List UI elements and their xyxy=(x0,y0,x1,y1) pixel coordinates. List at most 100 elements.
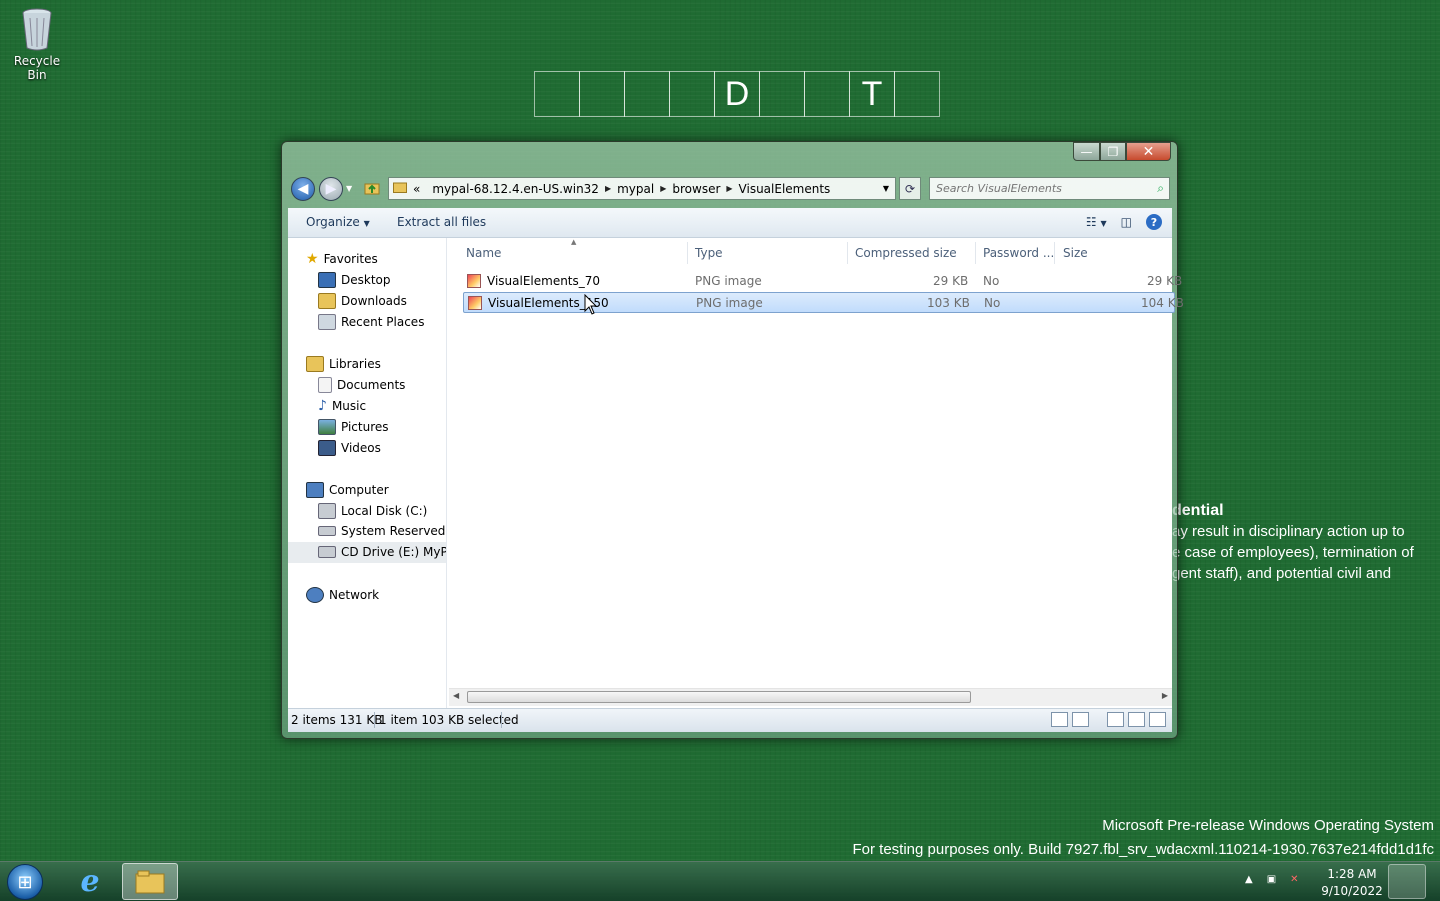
search-icon[interactable]: ⌕ xyxy=(1157,181,1164,196)
organize-button[interactable]: Organize ▼ xyxy=(306,215,370,229)
breadcrumb-item[interactable]: VisualElements xyxy=(733,182,837,196)
background-notice-text: dential ay result in disciplinary action… xyxy=(1172,500,1432,584)
nav-label: Network xyxy=(329,588,380,602)
scroll-left-icon[interactable]: ◀ xyxy=(453,691,459,700)
column-header-name[interactable]: Name xyxy=(466,246,501,260)
address-dropdown-icon[interactable]: ▼ xyxy=(877,184,895,193)
nav-label: Documents xyxy=(337,378,406,392)
column-separator[interactable] xyxy=(847,242,848,264)
file-size: 104 KB xyxy=(1141,296,1184,310)
show-desktop-button[interactable] xyxy=(1388,864,1426,899)
file-row[interactable]: VisualElements_70 PNG image 29 KB No 29 … xyxy=(463,271,1182,292)
navigation-bar: ◀ ▶ ▼ « mypal-68.12.4.en-US.win32 ▶ mypa… xyxy=(288,176,1171,202)
extract-all-button[interactable]: Extract all files xyxy=(397,215,486,229)
internet-explorer-icon: e xyxy=(80,864,100,899)
column-separator[interactable] xyxy=(1054,242,1055,264)
mouse-cursor-icon xyxy=(584,294,598,315)
file-password: No xyxy=(983,274,1000,288)
horizontal-scrollbar[interactable]: ◀ ▶ xyxy=(449,688,1172,706)
column-header-type[interactable]: Type xyxy=(695,246,723,260)
command-bar: Organize ▼ Extract all files ☷ ▼ ◫ ? xyxy=(288,208,1172,238)
file-size: 29 KB xyxy=(1147,274,1183,288)
system-clock[interactable]: 1:28 AM 9/10/2022 xyxy=(1318,866,1386,900)
search-box[interactable]: ⌕ xyxy=(929,177,1170,200)
details-pane-icon[interactable] xyxy=(1149,712,1166,727)
preview-pane-icon[interactable] xyxy=(1128,712,1145,727)
file-row-selected[interactable]: VisualElements_150 PNG image 103 KB No 1… xyxy=(463,292,1184,313)
scroll-right-icon[interactable]: ▶ xyxy=(1162,691,1168,700)
breadcrumb-item[interactable]: mypal-68.12.4.en-US.win32 xyxy=(426,182,605,196)
network-icon xyxy=(306,587,324,603)
network-status-icon[interactable]: ▣ xyxy=(1267,874,1276,885)
nav-item-cd-drive[interactable]: CD Drive (E:) MyPal6 xyxy=(318,545,446,559)
recent-pages-dropdown[interactable]: ▼ xyxy=(346,184,352,193)
show-hidden-icons-icon[interactable]: ▲ xyxy=(1245,874,1253,885)
nav-item-downloads[interactable]: Downloads xyxy=(318,293,407,309)
nav-label: Libraries xyxy=(329,357,381,371)
notice-heading: dential xyxy=(1172,502,1224,519)
nav-item-computer[interactable]: Computer xyxy=(306,482,389,498)
organize-label: Organize xyxy=(306,215,360,229)
search-input[interactable] xyxy=(930,181,1148,196)
status-item-count: 2 items 131 KB xyxy=(291,713,383,727)
maximize-button[interactable]: ❐ xyxy=(1100,142,1126,161)
chevron-down-icon: ▼ xyxy=(1100,219,1107,228)
recycle-bin[interactable]: Recycle Bin xyxy=(4,6,70,82)
address-bar[interactable]: « mypal-68.12.4.en-US.win32 ▶ mypal ▶ br… xyxy=(388,177,896,200)
desktop-icon xyxy=(318,272,336,288)
nav-item-local-disk[interactable]: Local Disk (C:) xyxy=(318,503,427,519)
volume-muted-icon[interactable]: ✕ xyxy=(1290,874,1298,885)
videos-icon xyxy=(318,440,336,456)
taskbar-internet-explorer[interactable]: e xyxy=(62,863,118,900)
nav-item-libraries[interactable]: Libraries xyxy=(306,356,381,372)
minimize-button[interactable]: — xyxy=(1073,142,1100,161)
computer-icon xyxy=(306,482,324,498)
help-button[interactable]: ? xyxy=(1146,214,1162,230)
nav-item-favorites[interactable]: ★ Favorites xyxy=(306,251,378,267)
details-view-icon[interactable] xyxy=(1051,712,1068,727)
nav-label: Downloads xyxy=(341,294,407,308)
file-type: PNG image xyxy=(696,296,763,310)
explorer-window[interactable]: — ❐ ✕ ◀ ▶ ▼ « mypal-68.12.4.en-US.win32 … xyxy=(281,141,1184,739)
scrollbar-thumb[interactable] xyxy=(467,691,971,703)
forward-button[interactable]: ▶ xyxy=(319,177,343,201)
layout-pane-icon[interactable] xyxy=(1107,712,1124,727)
nav-item-recent-places[interactable]: Recent Places xyxy=(318,314,424,330)
column-header-password[interactable]: Password ... xyxy=(983,246,1054,260)
nav-label: Computer xyxy=(329,483,389,497)
thumbnail-view-icon[interactable] xyxy=(1072,712,1089,727)
change-view-button[interactable]: ☷ ▼ xyxy=(1086,215,1107,229)
navigation-pane[interactable]: ★ Favorites Desktop Downloads Recent Pla… xyxy=(288,238,447,708)
column-header-size[interactable]: Size xyxy=(1063,246,1088,260)
start-button[interactable]: ⊞ xyxy=(7,864,43,900)
breadcrumb-item[interactable]: browser xyxy=(666,182,726,196)
recent-places-icon xyxy=(318,314,336,330)
nav-item-pictures[interactable]: Pictures xyxy=(318,419,389,435)
sort-ascending-icon: ▲ xyxy=(571,238,577,246)
nav-item-system-reserved[interactable]: System Reserved (D: xyxy=(318,524,446,538)
nav-item-desktop[interactable]: Desktop xyxy=(318,272,391,288)
nav-item-network[interactable]: Network xyxy=(306,587,379,603)
column-header-compressed-size[interactable]: Compressed size xyxy=(855,246,957,260)
folder-up-icon[interactable] xyxy=(364,180,380,199)
clock-time: 1:28 AM xyxy=(1327,867,1377,881)
nav-label: Music xyxy=(331,399,367,413)
nav-item-documents[interactable]: Documents xyxy=(318,377,405,393)
nav-label: Desktop xyxy=(341,273,391,287)
back-button[interactable]: ◀ xyxy=(291,177,315,201)
nav-item-music[interactable]: ♪ Music xyxy=(318,398,366,414)
build-watermark: Microsoft Pre-release Windows Operating … xyxy=(853,814,1435,862)
libraries-icon xyxy=(306,356,324,372)
help-icon: ? xyxy=(1150,215,1158,229)
column-separator[interactable] xyxy=(687,242,688,264)
close-button[interactable]: ✕ xyxy=(1126,142,1171,161)
breadcrumb-item[interactable]: mypal xyxy=(611,182,660,196)
taskbar-windows-explorer[interactable] xyxy=(122,863,178,900)
nav-item-videos[interactable]: Videos xyxy=(318,440,381,456)
preview-pane-button[interactable]: ◫ xyxy=(1121,215,1132,229)
breadcrumb-overflow[interactable]: « xyxy=(407,182,426,196)
column-separator[interactable] xyxy=(975,242,976,264)
refresh-button[interactable]: ⟳ xyxy=(899,177,921,200)
notification-area: ▲ ▣ ✕ xyxy=(1245,874,1299,885)
taskbar: ⊞ e ▲ ▣ ✕ 1:28 AM 9/10/2022 xyxy=(0,861,1440,901)
